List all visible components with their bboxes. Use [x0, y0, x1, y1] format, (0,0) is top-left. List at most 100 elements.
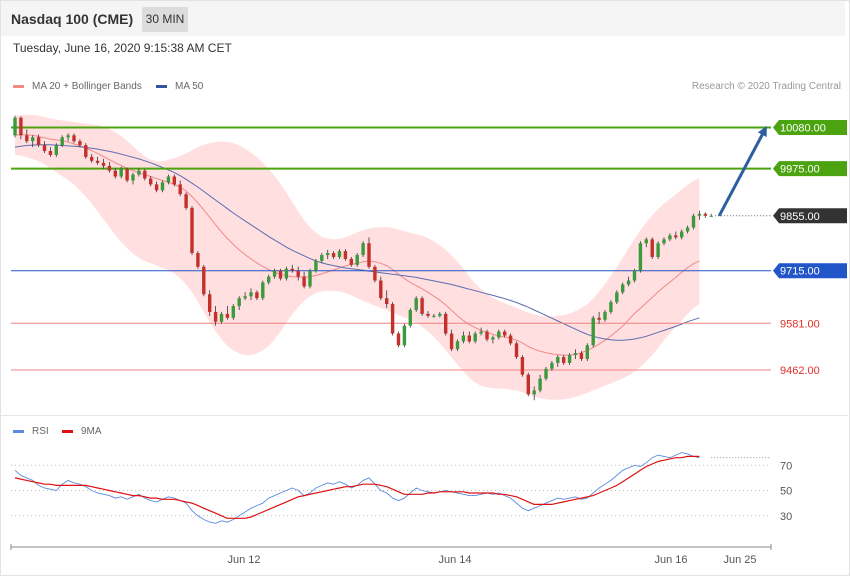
candle	[308, 268, 312, 289]
candle	[650, 237, 654, 259]
candle-body	[243, 296, 247, 299]
candle-body	[432, 315, 436, 317]
candle-body	[508, 335, 513, 344]
candle-body	[479, 331, 483, 334]
candle	[202, 264, 206, 297]
candle-body	[709, 215, 713, 217]
candle	[54, 143, 58, 157]
resistance-tag: 9975.00	[773, 161, 847, 177]
candle-body	[296, 270, 300, 277]
candle-body	[455, 341, 460, 350]
candle	[632, 268, 637, 283]
x-tick-label: Jun 25	[723, 554, 756, 566]
candle-body	[355, 255, 359, 265]
candle	[526, 372, 530, 397]
candle-body	[314, 260, 318, 271]
candle-body	[579, 353, 584, 360]
candle-body	[402, 325, 407, 346]
candle-body	[149, 178, 153, 185]
candle-body	[95, 160, 100, 163]
candle-body	[261, 282, 265, 299]
candle-body	[326, 253, 330, 256]
candle-body	[408, 309, 412, 326]
candle	[544, 366, 548, 381]
candle-body	[101, 162, 106, 166]
rsi-tick-label: 30	[780, 511, 792, 523]
candle-body	[367, 243, 371, 267]
candle	[373, 264, 377, 283]
target-arrow	[717, 125, 767, 217]
candle-body	[125, 168, 129, 181]
candle-body	[119, 168, 123, 177]
last-price-label: 9855.00	[780, 211, 820, 223]
pivot-label: 9715.00	[780, 266, 820, 278]
resistance-label: 9975.00	[780, 164, 820, 176]
candle	[591, 315, 595, 348]
candle	[638, 241, 643, 273]
candle-body	[231, 306, 235, 318]
candle	[420, 296, 424, 316]
candle-body	[650, 239, 654, 257]
candle-body	[467, 335, 471, 342]
candle-body	[343, 251, 348, 259]
candle-body	[609, 302, 613, 312]
candle-body	[449, 333, 454, 350]
rsi-tick-label: 70	[780, 460, 792, 472]
candle-body	[131, 174, 135, 181]
rsi-panel: 30 50 70	[11, 452, 792, 524]
candle-body	[562, 357, 566, 363]
candle-body	[54, 145, 58, 155]
candle-body	[556, 357, 560, 363]
candle-body	[25, 135, 29, 142]
candle-body	[278, 270, 283, 279]
candle-body	[225, 313, 230, 318]
candle-body	[485, 331, 489, 340]
candle	[184, 192, 188, 210]
candle-body	[697, 213, 702, 216]
chart-canvas: 10080.00 9975.00 9855.00 9715.00 9581.00 9462…	[10, 114, 847, 566]
candle-body	[48, 151, 53, 155]
candle-body	[208, 294, 212, 312]
candle-body	[19, 117, 23, 136]
candle	[585, 343, 589, 361]
candle-body	[284, 268, 289, 279]
candle-body	[113, 170, 117, 177]
candle-body	[66, 135, 70, 138]
candle-body	[591, 317, 595, 346]
candle-body	[272, 270, 277, 277]
candle	[190, 205, 194, 256]
support-label: 9581.00	[780, 318, 820, 330]
candle-body	[680, 231, 684, 238]
time-axis: Jun 12 Jun 14 Jun 16 Jun 25	[10, 544, 772, 566]
candle-body	[520, 357, 525, 375]
candle-body	[213, 311, 218, 322]
candle-body	[60, 137, 64, 146]
candle	[284, 266, 289, 281]
candle-body	[178, 184, 182, 195]
candle	[125, 167, 129, 183]
candle-body	[196, 253, 200, 267]
candle-body	[473, 333, 477, 342]
candle	[444, 311, 448, 336]
candle-body	[461, 335, 466, 342]
candle-body	[603, 311, 607, 320]
candle-body	[544, 368, 548, 379]
candle-body	[160, 182, 165, 191]
candle	[656, 241, 660, 259]
candle-body	[685, 227, 690, 232]
candle-body	[526, 374, 530, 395]
candle	[390, 302, 395, 336]
candle-body	[90, 156, 94, 161]
rsi-ma-line	[14, 455, 700, 519]
rsi-tick-label: 50	[780, 486, 792, 498]
candle-body	[414, 298, 418, 310]
candle	[13, 115, 17, 138]
candle-body	[337, 251, 342, 257]
candle-body	[573, 353, 578, 356]
candle-body	[302, 276, 306, 287]
candle-body	[656, 243, 660, 257]
candle	[314, 258, 318, 273]
candle	[703, 212, 707, 218]
candle-body	[703, 213, 707, 216]
candle-body	[426, 313, 430, 316]
